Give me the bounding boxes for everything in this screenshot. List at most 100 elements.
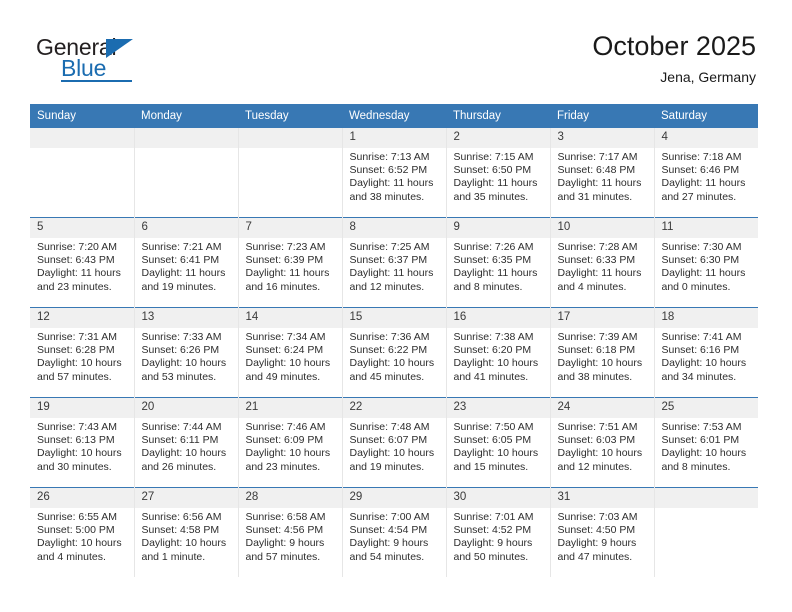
day-detail-line: and 38 minutes. xyxy=(557,370,633,383)
day-detail-line: Sunset: 6:24 PM xyxy=(245,344,324,357)
day-number: 22 xyxy=(342,398,446,418)
day-detail-line: Daylight: 10 hours xyxy=(453,357,539,370)
day-details: Sunrise: 7:31 AM Sunset: 6:28 PM Daylight:… xyxy=(30,328,134,384)
day-detail-line: Sunset: 6:05 PM xyxy=(453,434,532,447)
day-cell[interactable]: 18 Sunrise: 7:41 AM Sunset: 6:16 PM Dayligh… xyxy=(654,307,758,398)
day-cell[interactable]: 11 Sunrise: 7:30 AM Sunset: 6:30 PM Dayligh… xyxy=(654,217,758,308)
day-number: 31 xyxy=(550,488,654,508)
day-detail-line: Sunset: 4:50 PM xyxy=(557,524,636,537)
day-number xyxy=(30,128,134,148)
day-detail-line: Sunset: 5:00 PM xyxy=(37,524,115,537)
day-number: 3 xyxy=(550,128,654,148)
day-detail-line: Sunrise: 7:41 AM xyxy=(661,331,742,343)
logo-triangle-icon xyxy=(106,39,133,58)
calendar-week-row: 19 Sunrise: 7:43 AM Sunset: 6:13 PM Dayligh… xyxy=(30,397,759,488)
day-detail-line: and 0 minutes. xyxy=(661,280,731,293)
day-detail-line: Sunset: 6:48 PM xyxy=(557,164,636,177)
day-detail-line: and 49 minutes. xyxy=(245,370,321,383)
day-cell[interactable]: 28 Sunrise: 6:58 AM Sunset: 4:56 PM Dayligh… xyxy=(238,487,343,577)
day-details: Sunrise: 7:50 AM Sunset: 6:05 PM Daylight:… xyxy=(447,418,550,474)
day-cell[interactable]: 24 Sunrise: 7:51 AM Sunset: 6:03 PM Dayligh… xyxy=(550,397,655,488)
day-number: 23 xyxy=(446,398,550,418)
day-details: Sunrise: 7:53 AM Sunset: 6:01 PM Daylight:… xyxy=(655,418,759,474)
day-cell-empty xyxy=(134,128,239,218)
calendar-week-row: 5 Sunrise: 7:20 AM Sunset: 6:43 PM Daylight… xyxy=(30,217,758,308)
day-detail-line: and 34 minutes. xyxy=(661,370,737,383)
day-number xyxy=(654,488,758,508)
day-cell[interactable]: 15 Sunrise: 7:36 AM Sunset: 6:22 PM Dayligh… xyxy=(342,307,447,398)
day-cell[interactable]: 16 Sunrise: 7:38 AM Sunset: 6:20 PM Dayligh… xyxy=(446,307,551,398)
day-detail-line: and 54 minutes. xyxy=(349,550,425,563)
day-detail-line: and 26 minutes. xyxy=(141,460,217,473)
day-detail-line: Sunset: 6:50 PM xyxy=(453,164,532,177)
day-cell[interactable]: 19 Sunrise: 7:43 AM Sunset: 6:13 PM Dayligh… xyxy=(30,397,135,488)
day-detail-line: Sunset: 6:26 PM xyxy=(141,344,220,357)
day-cell[interactable]: 12 Sunrise: 7:31 AM Sunset: 6:28 PM Dayligh… xyxy=(30,307,135,398)
day-detail-line: Daylight: 11 hours xyxy=(37,267,121,280)
day-details: Sunrise: 7:17 AM Sunset: 6:48 PM Daylight:… xyxy=(551,148,654,204)
day-details: Sunrise: 7:43 AM Sunset: 6:13 PM Daylight:… xyxy=(30,418,134,474)
day-detail-line: Sunset: 6:39 PM xyxy=(245,254,324,267)
day-details: Sunrise: 7:33 AM Sunset: 6:26 PM Daylight:… xyxy=(135,328,238,384)
day-detail-line: Sunrise: 7:43 AM xyxy=(37,421,117,433)
day-detail-line: and 4 minutes. xyxy=(557,280,627,293)
day-detail-line: and 4 minutes. xyxy=(37,550,106,563)
day-details: Sunrise: 7:15 AM Sunset: 6:50 PM Daylight:… xyxy=(447,148,550,204)
day-cell[interactable]: 1 Sunrise: 7:13 AM Sunset: 6:52 PM Daylight… xyxy=(342,128,447,218)
day-cell[interactable]: 6 Sunrise: 7:21 AM Sunset: 6:41 PM Daylight… xyxy=(134,217,239,308)
day-cell[interactable]: 20 Sunrise: 7:44 AM Sunset: 6:11 PM Dayligh… xyxy=(134,397,239,488)
day-detail-line: Sunset: 6:33 PM xyxy=(557,254,636,267)
day-cell[interactable]: 27 Sunrise: 6:56 AM Sunset: 4:58 PM Dayligh… xyxy=(134,487,239,577)
day-detail-line: and 19 minutes. xyxy=(141,280,217,293)
day-detail-line: and 23 minutes. xyxy=(37,280,112,293)
day-cell[interactable]: 4 Sunrise: 7:18 AM Sunset: 6:46 PM Daylight… xyxy=(654,128,758,218)
day-cell[interactable]: 13 Sunrise: 7:33 AM Sunset: 6:26 PM Dayligh… xyxy=(134,307,239,398)
day-cell[interactable]: 9 Sunrise: 7:26 AM Sunset: 6:35 PM Daylight… xyxy=(446,217,551,308)
day-details: Sunrise: 7:21 AM Sunset: 6:41 PM Daylight:… xyxy=(135,238,238,294)
day-cell[interactable]: 5 Sunrise: 7:20 AM Sunset: 6:43 PM Daylight… xyxy=(30,217,135,308)
day-detail-line: Sunrise: 7:38 AM xyxy=(453,331,534,343)
day-detail-line: and 57 minutes. xyxy=(245,550,321,563)
day-cell[interactable]: 7 Sunrise: 7:23 AM Sunset: 6:39 PM Daylight… xyxy=(238,217,343,308)
calendar-page: General Blue October 2025 Jena, Germany … xyxy=(0,0,792,612)
day-cell[interactable]: 31 Sunrise: 7:03 AM Sunset: 4:50 PM Dayligh… xyxy=(550,487,655,577)
weekday-header-monday: Monday xyxy=(134,104,238,128)
day-detail-line: and 31 minutes. xyxy=(557,190,633,203)
day-detail-line: Sunset: 4:56 PM xyxy=(245,524,324,537)
day-detail-line: and 23 minutes. xyxy=(245,460,321,473)
day-cell[interactable]: 21 Sunrise: 7:46 AM Sunset: 6:09 PM Dayligh… xyxy=(238,397,343,488)
day-detail-line: Daylight: 11 hours xyxy=(141,267,226,280)
day-cell[interactable]: 29 Sunrise: 7:00 AM Sunset: 4:54 PM Dayligh… xyxy=(342,487,447,577)
day-detail-line: and 12 minutes. xyxy=(349,280,425,293)
day-details: Sunrise: 7:46 AM Sunset: 6:09 PM Daylight:… xyxy=(239,418,342,474)
day-cell[interactable]: 23 Sunrise: 7:50 AM Sunset: 6:05 PM Dayligh… xyxy=(446,397,551,488)
day-cell[interactable]: 22 Sunrise: 7:48 AM Sunset: 6:07 PM Dayligh… xyxy=(342,397,447,488)
day-cell[interactable]: 2 Sunrise: 7:15 AM Sunset: 6:50 PM Daylight… xyxy=(446,128,551,218)
day-detail-line: Sunset: 6:22 PM xyxy=(349,344,428,357)
day-cell[interactable]: 3 Sunrise: 7:17 AM Sunset: 6:48 PM Daylight… xyxy=(550,128,655,218)
day-detail-line: Sunrise: 7:26 AM xyxy=(453,241,534,253)
day-number: 15 xyxy=(342,308,446,328)
day-cell[interactable]: 30 Sunrise: 7:01 AM Sunset: 4:52 PM Dayligh… xyxy=(446,487,551,577)
day-detail-line: Sunrise: 7:33 AM xyxy=(141,331,222,343)
day-detail-line: Daylight: 10 hours xyxy=(141,537,227,550)
day-cell[interactable]: 25 Sunrise: 7:53 AM Sunset: 6:01 PM Dayligh… xyxy=(654,397,759,488)
weekday-header-friday: Friday xyxy=(550,104,654,128)
day-number xyxy=(238,128,342,148)
day-detail-line: Daylight: 11 hours xyxy=(349,177,434,190)
weekday-header-thursday: Thursday xyxy=(446,104,550,128)
day-detail-line: Sunset: 6:35 PM xyxy=(453,254,532,267)
day-detail-line: Daylight: 10 hours xyxy=(557,357,643,370)
calendar-header-row: Sunday Monday Tuesday Wednesday Thursday Frid… xyxy=(30,104,758,128)
day-cell[interactable]: 8 Sunrise: 7:25 AM Sunset: 6:37 PM Daylight… xyxy=(342,217,447,308)
day-cell[interactable]: 17 Sunrise: 7:39 AM Sunset: 6:18 PM Dayligh… xyxy=(550,307,655,398)
day-detail-line: Daylight: 10 hours xyxy=(37,447,122,460)
day-detail-line: Sunset: 6:30 PM xyxy=(661,254,740,267)
day-cell[interactable]: 14 Sunrise: 7:34 AM Sunset: 6:24 PM Dayligh… xyxy=(238,307,343,398)
day-detail-line: Daylight: 10 hours xyxy=(349,357,435,370)
day-number: 30 xyxy=(446,488,550,508)
day-cell[interactable]: 10 Sunrise: 7:28 AM Sunset: 6:33 PM Dayligh… xyxy=(550,217,655,308)
day-detail-line: Sunset: 6:37 PM xyxy=(349,254,428,267)
day-detail-line: Sunrise: 6:55 AM xyxy=(37,511,117,523)
day-cell[interactable]: 26 Sunrise: 6:55 AM Sunset: 5:00 PM Dayligh… xyxy=(30,487,135,577)
